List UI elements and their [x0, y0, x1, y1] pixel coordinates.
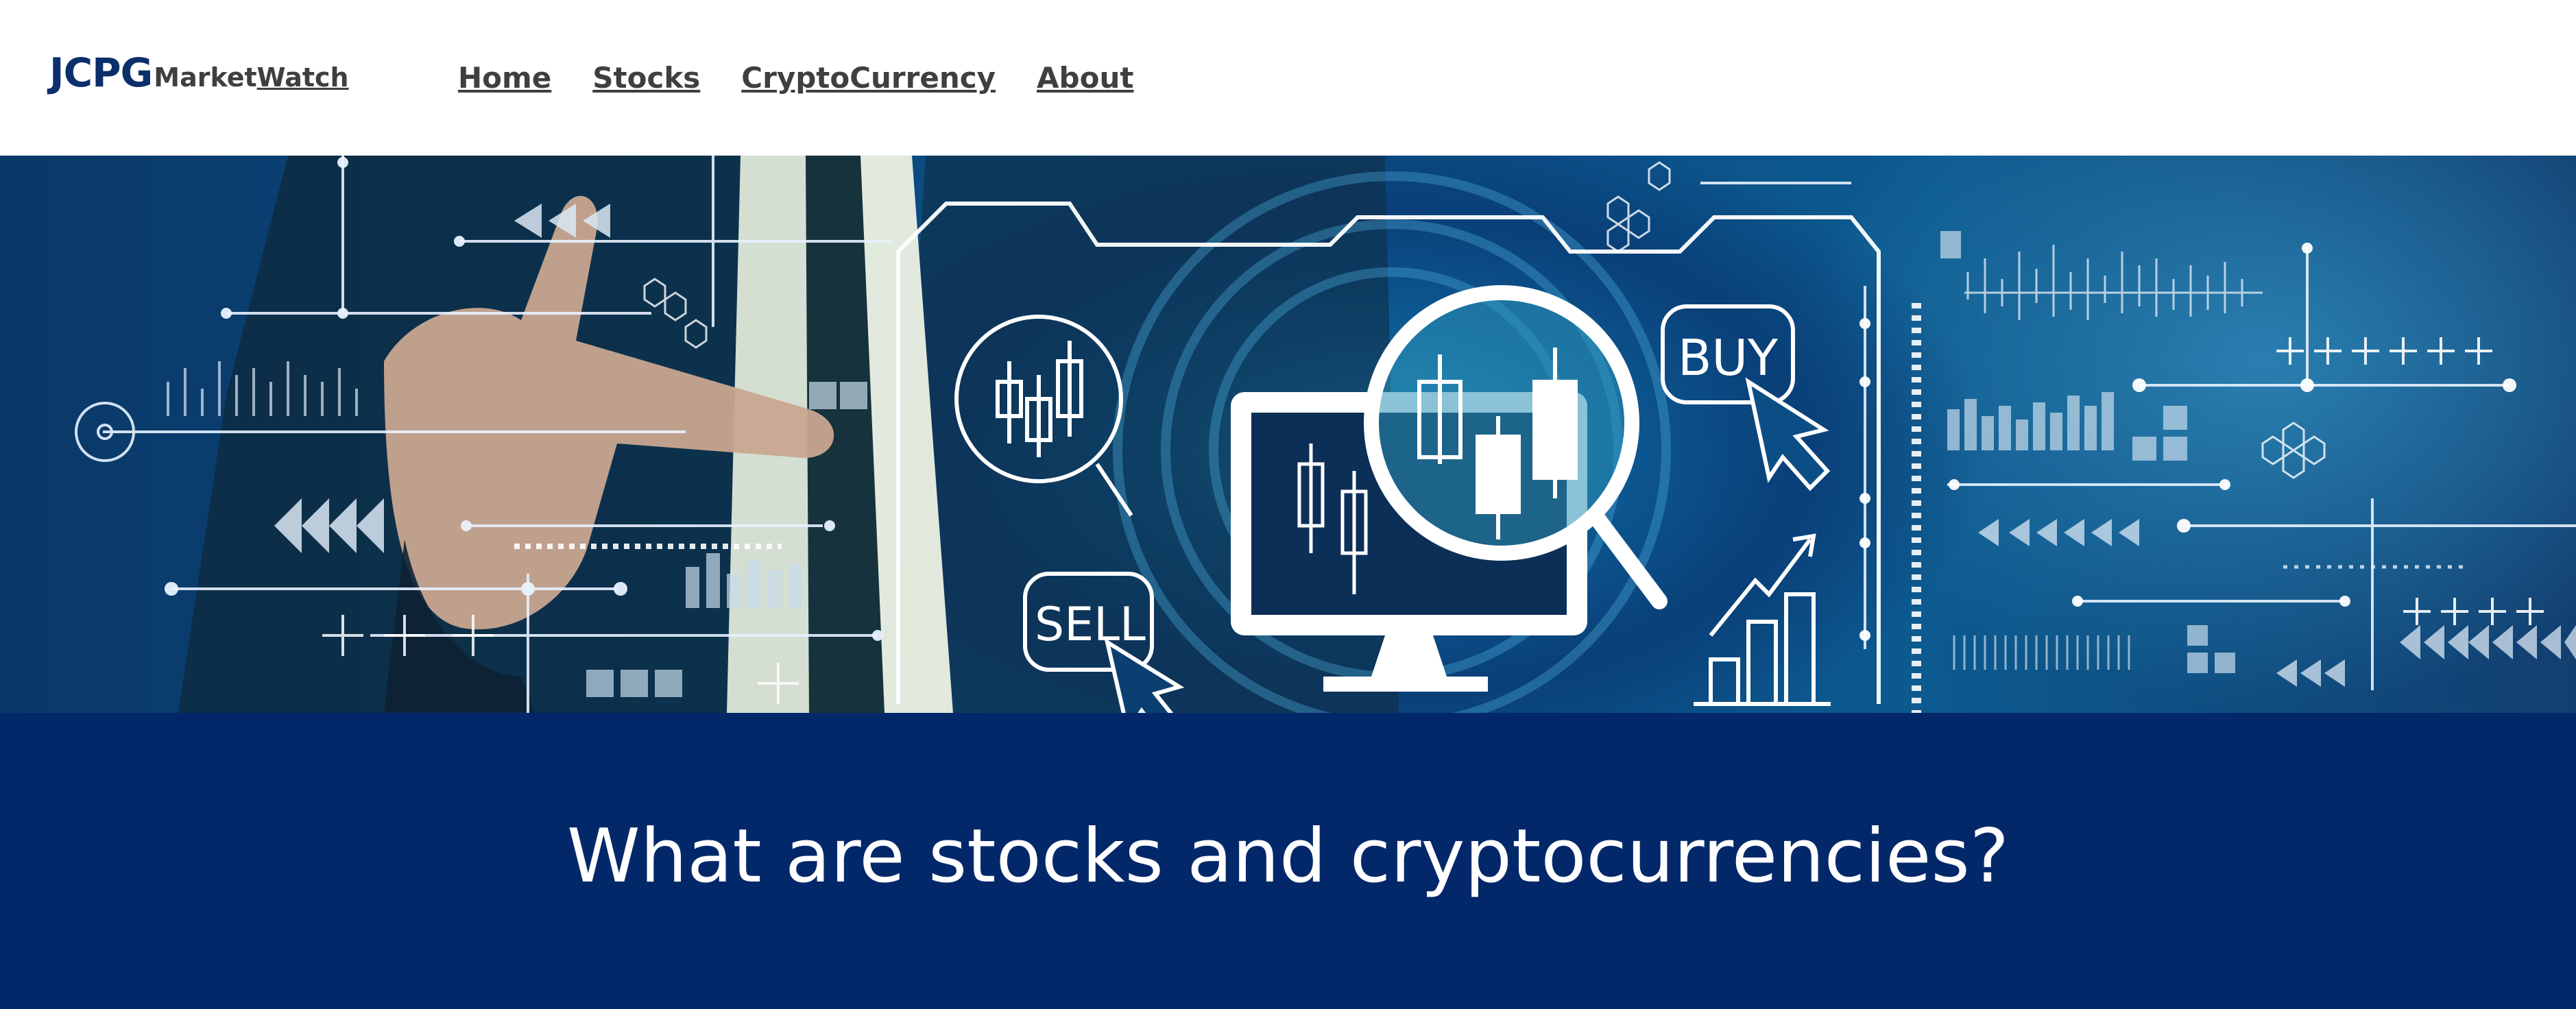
- main-nav: Home Stocks CryptoCurrency About: [458, 58, 1175, 99]
- nav-link-home[interactable]: Home: [458, 58, 551, 99]
- sell-label: SELL: [1035, 598, 1146, 652]
- banner-illustration: BUY SELL: [75, 156, 2576, 713]
- nav-link-stocks[interactable]: Stocks: [592, 58, 700, 99]
- logo-sub-link-text: Watch: [256, 62, 349, 93]
- logo-main-text: JCPG: [49, 49, 153, 96]
- logo-sub-text: Market: [154, 62, 257, 93]
- site-logo[interactable]: JCPG Market Watch: [49, 49, 349, 104]
- hero-banner-image: BUY SELL: [0, 156, 2576, 713]
- intro-heading: What are stocks and cryptocurrencies?: [566, 814, 2010, 899]
- nav-link-about[interactable]: About: [1037, 58, 1133, 99]
- site-header: JCPG Market Watch Home Stocks CryptoCurr…: [0, 0, 2576, 156]
- nav-link-cryptocurrency[interactable]: CryptoCurrency: [741, 58, 996, 99]
- buy-label: BUY: [1678, 329, 1779, 387]
